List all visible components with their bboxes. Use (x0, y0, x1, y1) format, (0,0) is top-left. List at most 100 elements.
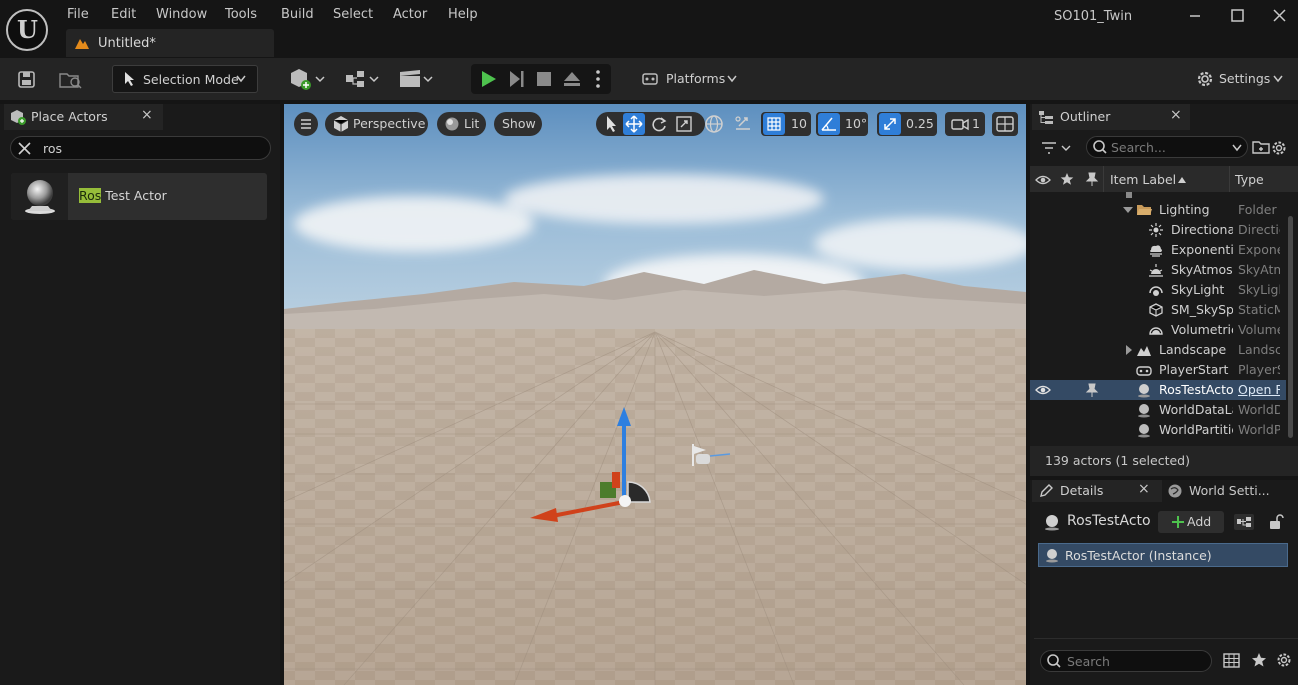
menu-actor[interactable]: Actor (393, 7, 427, 22)
outliner-row-world-partition[interactable]: WorldPartitic WorldP (1030, 420, 1286, 440)
minimize-icon[interactable] (1186, 6, 1206, 26)
gear-icon[interactable] (1270, 139, 1288, 157)
menu-build[interactable]: Build (281, 7, 314, 22)
gear-icon[interactable] (1275, 651, 1293, 669)
details-search[interactable] (1040, 650, 1212, 672)
add-folder-icon[interactable] (1252, 139, 1270, 155)
more-options-icon[interactable] (591, 68, 605, 90)
selection-mode-dropdown[interactable]: Selection Mode (112, 65, 258, 93)
content-browser-icon[interactable] (58, 65, 84, 93)
row-name: Volumetric (1171, 322, 1233, 337)
row-type: SkyAtm (1238, 262, 1280, 277)
camera-speed-control[interactable]: 1 (945, 112, 985, 136)
table-view-icon[interactable] (1223, 653, 1241, 669)
pencil-icon (1040, 484, 1053, 497)
play-icon[interactable] (477, 68, 499, 90)
save-icon[interactable] (16, 65, 38, 93)
level-viewport[interactable]: Perspective Lit Show 10 10° 0.25 1 (284, 104, 1026, 685)
place-actors-search-input[interactable] (43, 139, 253, 157)
row-name: Directiona (1171, 222, 1233, 237)
cinematics-button[interactable] (398, 65, 436, 93)
grid-snap-icon[interactable] (763, 113, 785, 135)
add-component-button[interactable]: Add (1158, 511, 1224, 533)
details-search-input[interactable] (1067, 653, 1197, 669)
close-icon[interactable] (1270, 6, 1290, 26)
scale-snap-icon[interactable] (879, 113, 901, 135)
actor-sphere-icon (1046, 549, 1058, 563)
open-source-link[interactable]: Open R (1238, 382, 1280, 397)
row-name: SkyAtmos (1171, 262, 1233, 277)
rotate-tool-icon[interactable] (649, 114, 669, 134)
scale-tool-icon[interactable] (674, 114, 694, 134)
lit-dropdown[interactable]: Lit (437, 112, 486, 136)
menu-help[interactable]: Help (448, 7, 478, 22)
visibility-eye-icon[interactable] (1035, 173, 1051, 187)
outliner-tab[interactable]: Outliner × (1032, 104, 1190, 130)
clear-search-icon[interactable] (18, 142, 31, 155)
outliner-row-sky-atmosphere[interactable]: SkyAtmos SkyAtm (1030, 260, 1286, 280)
menu-select[interactable]: Select (333, 7, 373, 22)
actor-result-ros-test-actor[interactable]: Ros Test Actor (11, 173, 267, 220)
maximize-icon[interactable] (1228, 6, 1248, 26)
outliner-search-input[interactable] (1111, 139, 1229, 155)
pin-icon[interactable] (1085, 383, 1099, 397)
unreal-engine-logo[interactable]: U (6, 9, 48, 51)
viewport-menu-button[interactable] (294, 112, 318, 136)
place-actors-search[interactable] (10, 136, 271, 160)
select-tool-icon[interactable] (601, 114, 621, 134)
outliner-row-exponential-fog[interactable]: Exponenti Expone (1030, 240, 1286, 260)
actor-sphere-icon (11, 173, 68, 220)
menu-file[interactable]: File (67, 7, 89, 22)
favorite-star-icon[interactable] (1251, 652, 1267, 668)
row-name: Exponenti (1171, 242, 1233, 257)
scale-snap-control[interactable]: 0.25 (877, 112, 937, 136)
chevron-right-icon[interactable] (1124, 344, 1134, 356)
outliner-search[interactable] (1086, 136, 1248, 158)
rotation-snap-control[interactable]: 10° (816, 112, 868, 136)
surface-snap-icon[interactable] (731, 112, 755, 136)
menu-window[interactable]: Window (156, 7, 207, 22)
pin-icon[interactable] (1085, 172, 1099, 186)
close-tab-icon[interactable]: × (1138, 481, 1150, 497)
place-actors-tab[interactable]: Place Actors × (4, 104, 163, 130)
viewport-layout-button[interactable] (992, 112, 1018, 136)
advance-frame-icon[interactable] (505, 68, 527, 90)
outliner-row-sky-light[interactable]: SkyLight SkyLigl (1030, 280, 1286, 300)
world-space-icon[interactable] (702, 112, 726, 136)
outliner-row-lighting[interactable]: Lighting Folder (1030, 200, 1286, 220)
lock-icon[interactable] (1268, 513, 1284, 531)
outliner-row-world-data-layers[interactable]: WorldDataLa WorldD (1030, 400, 1286, 420)
chevron-down-icon[interactable] (1122, 206, 1134, 216)
document-tab[interactable]: Untitled* (66, 29, 274, 57)
row-type: Expone (1238, 242, 1280, 257)
outliner-row-sm-skysphere[interactable]: SM_SkySp StaticM (1030, 300, 1286, 320)
add-actor-button[interactable] (288, 65, 328, 93)
eject-icon[interactable] (561, 68, 583, 90)
translate-tool-icon[interactable] (623, 113, 645, 135)
outliner-row-ros-test-actor-selected[interactable]: RosTestActo Open R (1030, 380, 1286, 400)
blueprint-convert-icon[interactable] (1233, 513, 1255, 531)
close-tab-icon[interactable]: × (1170, 107, 1182, 123)
filter-icon[interactable] (1040, 138, 1076, 158)
close-tab-icon[interactable]: × (141, 107, 153, 123)
outliner-row-landscape[interactable]: Landscape Landsc (1030, 340, 1286, 360)
favorite-star-icon[interactable] (1060, 172, 1074, 186)
outliner-row-volumetric-cloud[interactable]: Volumetric Volume (1030, 320, 1286, 340)
column-item-label[interactable]: Item Label (1110, 172, 1176, 187)
details-tab[interactable]: Details × (1032, 480, 1162, 502)
perspective-dropdown[interactable]: Perspective (325, 112, 428, 136)
visibility-eye-icon[interactable] (1035, 383, 1051, 397)
outliner-scrollbar[interactable] (1288, 216, 1293, 438)
stop-icon[interactable] (533, 68, 555, 90)
rotation-snap-icon[interactable] (818, 113, 840, 135)
selected-actor-name[interactable]: RosTestActo (1067, 513, 1151, 529)
grid-snap-control[interactable]: 10 (761, 112, 811, 136)
component-tree-instance[interactable]: RosTestActor (Instance) (1038, 543, 1288, 567)
outliner-row-directional-light[interactable]: Directiona Directic (1030, 220, 1286, 240)
outliner-row-player-start[interactable]: PlayerStart PlayerS (1030, 360, 1286, 380)
blueprint-button[interactable] (344, 65, 382, 93)
menu-edit[interactable]: Edit (111, 7, 136, 22)
show-dropdown[interactable]: Show (494, 112, 542, 136)
menu-tools[interactable]: Tools (225, 7, 257, 22)
column-type[interactable]: Type (1235, 172, 1264, 187)
